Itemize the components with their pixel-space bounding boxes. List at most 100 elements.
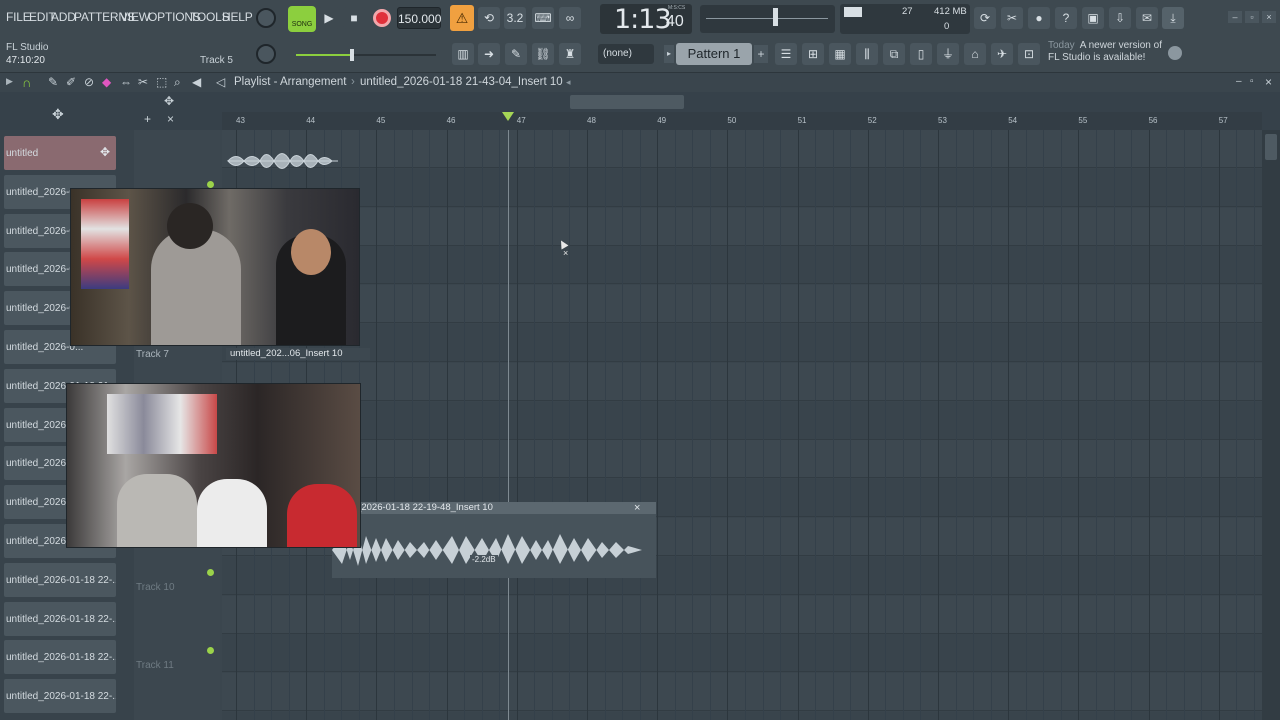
stamp-button[interactable]: ♜ [559,43,581,65]
master-pitch-knob[interactable] [256,44,276,64]
track-header[interactable]: untitled ✥ [4,136,116,170]
master-volume-knob[interactable] [256,8,276,28]
link-button[interactable]: ⛓ [532,43,554,65]
playlist-row[interactable] [222,207,1262,246]
shop-button[interactable]: ⊡ [1018,43,1040,65]
menu-help[interactable]: HELP [222,10,253,24]
track-header[interactable]: untitled_2026-01-18 22-... [4,601,116,636]
pitch-slider-handle[interactable] [773,8,778,26]
select-tool-icon[interactable]: ⬚ [156,75,167,89]
plugin-picker-button[interactable]: ⧉ [883,43,905,65]
playlist-grid[interactable] [222,130,1262,720]
tutorial-button[interactable]: ✈ [991,43,1013,65]
play-button[interactable]: ▶ [318,7,340,29]
move-icon[interactable]: ✥ [164,94,174,108]
render-button[interactable]: ⇩ [1109,7,1131,29]
stretch-icon[interactable]: ✥ [52,106,64,123]
vertical-scrollbar[interactable] [1262,130,1280,720]
master-volume-handle[interactable] [350,49,354,61]
track-led[interactable] [207,647,214,654]
playlist-row[interactable] [222,362,1262,401]
playlist-row[interactable] [222,168,1262,207]
playlist-row[interactable] [222,401,1262,440]
step-seq-button[interactable]: ▦ [829,43,851,65]
stop-button[interactable]: ■ [343,7,365,29]
mic-button[interactable]: ● [1028,7,1050,29]
panel-maximize-icon[interactable]: ▫ [1250,76,1254,87]
song-mode-toggle[interactable]: SONG [288,6,316,32]
playlist-row[interactable] [222,324,1262,362]
playlist-row[interactable] [222,285,1262,324]
track-header[interactable]: untitled_2026-01-18 22-... [4,562,116,597]
browser-button[interactable]: ▯ [910,43,932,65]
mute-tool-icon[interactable]: ◆ [102,75,111,89]
countdown-button[interactable]: 3.2 [504,7,526,29]
remove-track-icon[interactable]: × [167,112,174,126]
track-header[interactable]: untitled_2026-01-18 22-... [4,679,116,714]
magnet-icon[interactable]: ∩ [22,75,31,90]
loop-record-button[interactable]: ∞ [559,7,581,29]
audio-clip[interactable]: titled_2026-01-18 22-19-48_Insert 10 × -… [332,502,656,578]
arrangement-arrow-icon[interactable]: ◂ [566,77,571,88]
playlist-row[interactable] [222,130,1262,168]
channel-rack-button[interactable]: ⊞ [802,43,824,65]
track-header[interactable]: untitled_2026-01-18 22-... [4,640,116,675]
panel-close-icon[interactable]: × [1265,75,1272,89]
menu-file[interactable]: FILE [6,10,31,24]
step-edit-button[interactable]: ⌨ [532,7,554,29]
playhead-marker[interactable] [502,112,514,121]
playlist-row[interactable] [222,673,1262,712]
menu-view[interactable]: VIEW [120,10,150,24]
playlist-view-button[interactable]: ☰ [775,43,797,65]
draw-tool-icon[interactable]: ✎ [48,75,58,89]
paint-tool-icon[interactable]: ✐ [66,75,76,89]
panel-minimize-icon[interactable]: – [1236,76,1242,87]
update-hint[interactable]: Today A newer version of FL Studio is av… [1048,40,1168,64]
master-volume-slider[interactable] [296,49,436,61]
playlist-row[interactable] [222,634,1262,673]
arrangement-name[interactable]: untitled_2026-01-18 21-43-04_Insert 10 [360,76,563,88]
save-button[interactable]: ▣ [1082,7,1104,29]
arrow-button[interactable]: ➜ [478,43,500,65]
playlist-row[interactable] [222,440,1262,479]
undo-button[interactable]: ⟳ [974,7,996,29]
playlist-row[interactable] [222,712,1262,720]
minimize-button[interactable]: – [1228,11,1242,23]
speaker-icon[interactable]: ◁ [216,75,225,89]
track-led[interactable] [207,181,214,188]
mixer-button[interactable]: ⫼ [856,43,878,65]
chat-button[interactable]: ✉ [1136,7,1158,29]
clip-close-icon[interactable]: × [634,502,640,514]
record-button[interactable] [373,9,391,27]
menu-arrow-icon[interactable]: ▶ [6,76,13,87]
add-track-icon[interactable]: + [144,112,151,126]
wait-input-button[interactable]: ⟲ [478,7,500,29]
audio-clip-header[interactable]: untitled_202...06_Insert 10 [226,348,370,360]
paint-button[interactable]: ✎ [505,43,527,65]
globe-icon[interactable] [1168,46,1182,60]
cut-button[interactable]: ✂ [1001,7,1023,29]
close-button[interactable]: × [1262,11,1276,23]
track-drag-icon[interactable]: ✥ [100,145,110,159]
pattern-select[interactable]: Pattern 1 [676,43,752,65]
delete-tool-icon[interactable]: ⊘ [84,75,94,89]
audio-clip-waveform[interactable] [226,142,370,180]
playlist-row[interactable] [222,595,1262,634]
zoom-tool-icon[interactable]: ⌕ [174,75,181,90]
metronome-button[interactable]: ⚠ [450,5,474,31]
track-led[interactable] [207,569,214,576]
help-button[interactable]: ? [1055,7,1077,29]
slice-tool-icon[interactable]: ✂ [138,75,148,89]
download-button[interactable]: ⤓ [1162,7,1184,29]
slip-tool-icon[interactable]: ⇔ [120,75,132,89]
playlist-row[interactable] [222,246,1262,285]
plugin-db-button[interactable]: ⏚ [937,43,959,65]
maximize-button[interactable]: ▫ [1245,11,1259,23]
touch-keyboard-button[interactable]: ⌂ [964,43,986,65]
horizontal-scrollbar[interactable] [570,95,684,109]
tempo-display[interactable]: 150.000 [397,7,441,29]
vertical-scroll-thumb[interactable] [1265,134,1277,160]
menu-add[interactable]: ADD [51,10,76,24]
snap-select[interactable]: (none) [598,44,654,64]
time-display[interactable]: 1:13 40 M:S:CS [600,4,692,35]
